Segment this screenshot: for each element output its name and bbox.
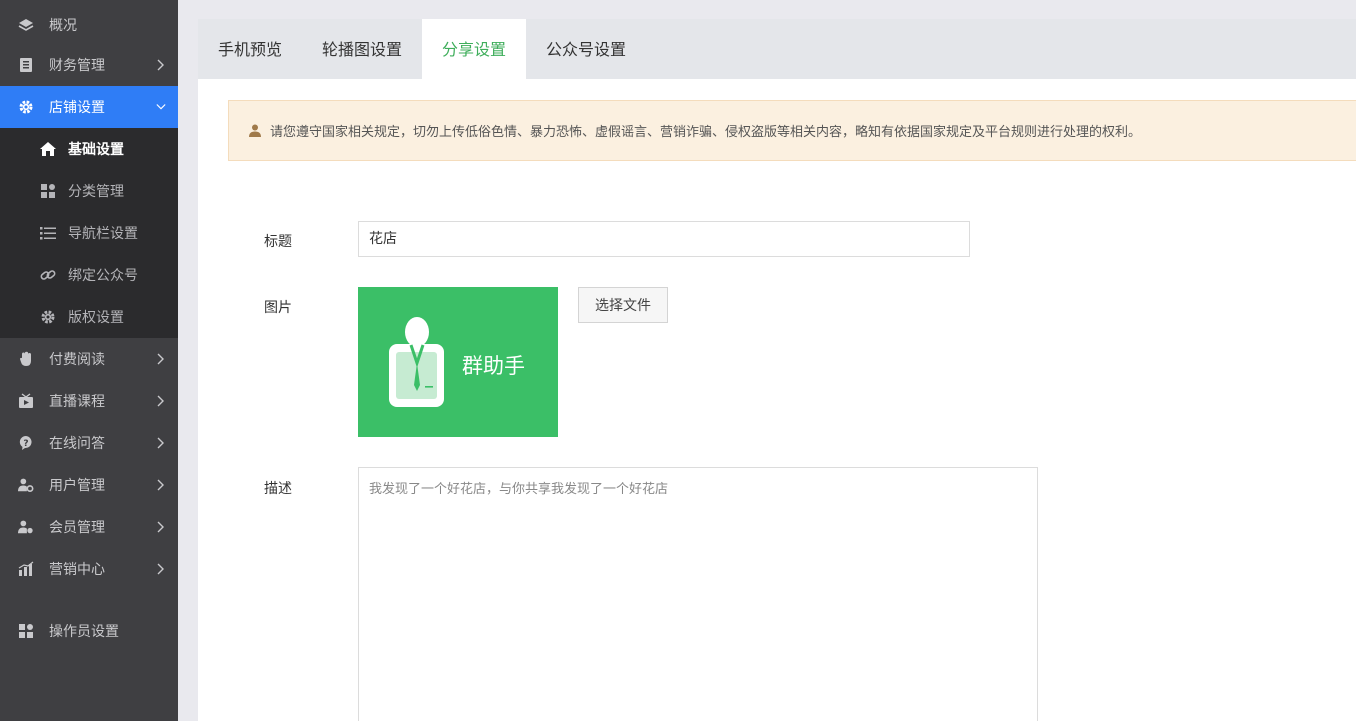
notice-banner: 请您遵守国家相关规定，切勿上传低俗色情、暴力恐怖、虚假谣言、营销诈骗、侵权盗版等… — [228, 100, 1356, 161]
question-icon: ? — [18, 435, 34, 451]
sidebar-item-paid-reading[interactable]: 付费阅读 — [0, 338, 178, 380]
sidebar-item-label: 付费阅读 — [49, 352, 105, 368]
tab-carousel-settings[interactable]: 轮播图设置 — [302, 19, 422, 79]
sidebar-item-marketing[interactable]: 营销中心 — [0, 548, 178, 590]
notice-text: 请您遵守国家相关规定，切勿上传低俗色情、暴力恐怖、虚假谣言、营销诈骗、侵权盗版等… — [270, 125, 1142, 140]
grid-plus-icon — [18, 623, 34, 639]
title-input[interactable]: 花店 — [358, 221, 970, 257]
bar-chart-icon — [18, 561, 34, 577]
submenu-item-navbar[interactable]: 导航栏设置 — [0, 212, 178, 254]
store-settings-submenu: 基础设置 分类管理 导航栏设置 绑定公众号 版权设置 — [0, 128, 178, 338]
sidebar-item-label: 操作员设置 — [49, 624, 119, 640]
sidebar-item-label: 用户管理 — [49, 478, 105, 494]
chevron-right-icon — [156, 59, 166, 71]
submenu-item-label: 导航栏设置 — [68, 226, 138, 242]
sidebar-item-member-management[interactable]: 会员管理 — [0, 506, 178, 548]
tab-mobile-preview[interactable]: 手机预览 — [198, 19, 302, 79]
user-warning-icon — [249, 124, 261, 138]
sidebar-item-label: 会员管理 — [49, 520, 105, 536]
description-textarea[interactable]: 我发现了一个好花店，与你共享我发现了一个好花店 — [358, 467, 1038, 721]
image-caption: 群助手 — [462, 354, 525, 378]
member-icon — [18, 519, 34, 535]
sidebar-item-label: 财务管理 — [49, 58, 105, 74]
submenu-item-category[interactable]: 分类管理 — [0, 170, 178, 212]
sidebar-item-label: 概况 — [49, 18, 77, 34]
chevron-right-icon — [156, 437, 166, 449]
ledger-icon — [18, 57, 34, 73]
assistant-logo-icon: 群助手 — [389, 317, 525, 407]
share-image-thumbnail: 群助手 — [358, 287, 558, 437]
svg-text:?: ? — [23, 439, 28, 449]
sidebar-item-overview[interactable]: 概况 — [0, 4, 178, 46]
chevron-right-icon — [156, 521, 166, 533]
user-gear-icon — [18, 477, 34, 493]
gear-icon — [18, 99, 34, 115]
hand-icon — [18, 351, 34, 367]
sidebar-item-user-management[interactable]: 用户管理 — [0, 464, 178, 506]
chevron-right-icon — [156, 395, 166, 407]
sidebar-item-label: 在线问答 — [49, 436, 105, 452]
submenu-item-label: 分类管理 — [68, 184, 124, 200]
list-icon — [39, 225, 57, 241]
gear-icon — [39, 309, 57, 325]
tab-share-settings[interactable]: 分享设置 — [422, 19, 526, 79]
submenu-item-label: 绑定公众号 — [68, 268, 138, 284]
submenu-item-copyright[interactable]: 版权设置 — [0, 296, 178, 338]
sidebar-item-finance[interactable]: 财务管理 — [0, 44, 178, 86]
chevron-down-icon — [156, 102, 166, 112]
chevron-right-icon — [156, 563, 166, 575]
submenu-item-label: 版权设置 — [68, 310, 124, 326]
image-label: 图片 — [264, 300, 292, 316]
home-icon — [39, 141, 57, 157]
tab-official-account-settings[interactable]: 公众号设置 — [526, 19, 646, 79]
submenu-item-bind-account[interactable]: 绑定公众号 — [0, 254, 178, 296]
sidebar-item-operator-settings[interactable]: 操作员设置 — [0, 610, 178, 652]
sidebar-item-live-course[interactable]: 直播课程 — [0, 380, 178, 422]
layers-icon — [18, 17, 34, 33]
tab-bar: 手机预览 轮播图设置 分享设置 公众号设置 — [198, 19, 1356, 79]
submenu-item-basic-settings[interactable]: 基础设置 — [0, 128, 178, 170]
category-icon — [39, 183, 57, 199]
sidebar-item-store-settings[interactable]: 店铺设置 — [0, 86, 178, 128]
sidebar: 概况 财务管理 店铺设置 基础设置 分类管理 导航栏设置 绑定公众号 版权设置 … — [0, 0, 178, 721]
chevron-right-icon — [156, 353, 166, 365]
link-icon — [39, 267, 57, 283]
sidebar-item-label: 营销中心 — [49, 562, 105, 578]
sidebar-item-label: 直播课程 — [49, 394, 105, 410]
sidebar-item-online-qa[interactable]: ? 在线问答 — [0, 422, 178, 464]
tv-icon — [18, 393, 34, 409]
choose-file-button[interactable]: 选择文件 — [578, 287, 668, 323]
description-label: 描述 — [264, 481, 292, 497]
main-panel: 手机预览 轮播图设置 分享设置 公众号设置 请您遵守国家相关规定，切勿上传低俗色… — [198, 19, 1356, 721]
submenu-item-label: 基础设置 — [68, 142, 124, 158]
sidebar-item-label: 店铺设置 — [49, 100, 105, 116]
chevron-right-icon — [156, 479, 166, 491]
title-label: 标题 — [264, 234, 292, 250]
